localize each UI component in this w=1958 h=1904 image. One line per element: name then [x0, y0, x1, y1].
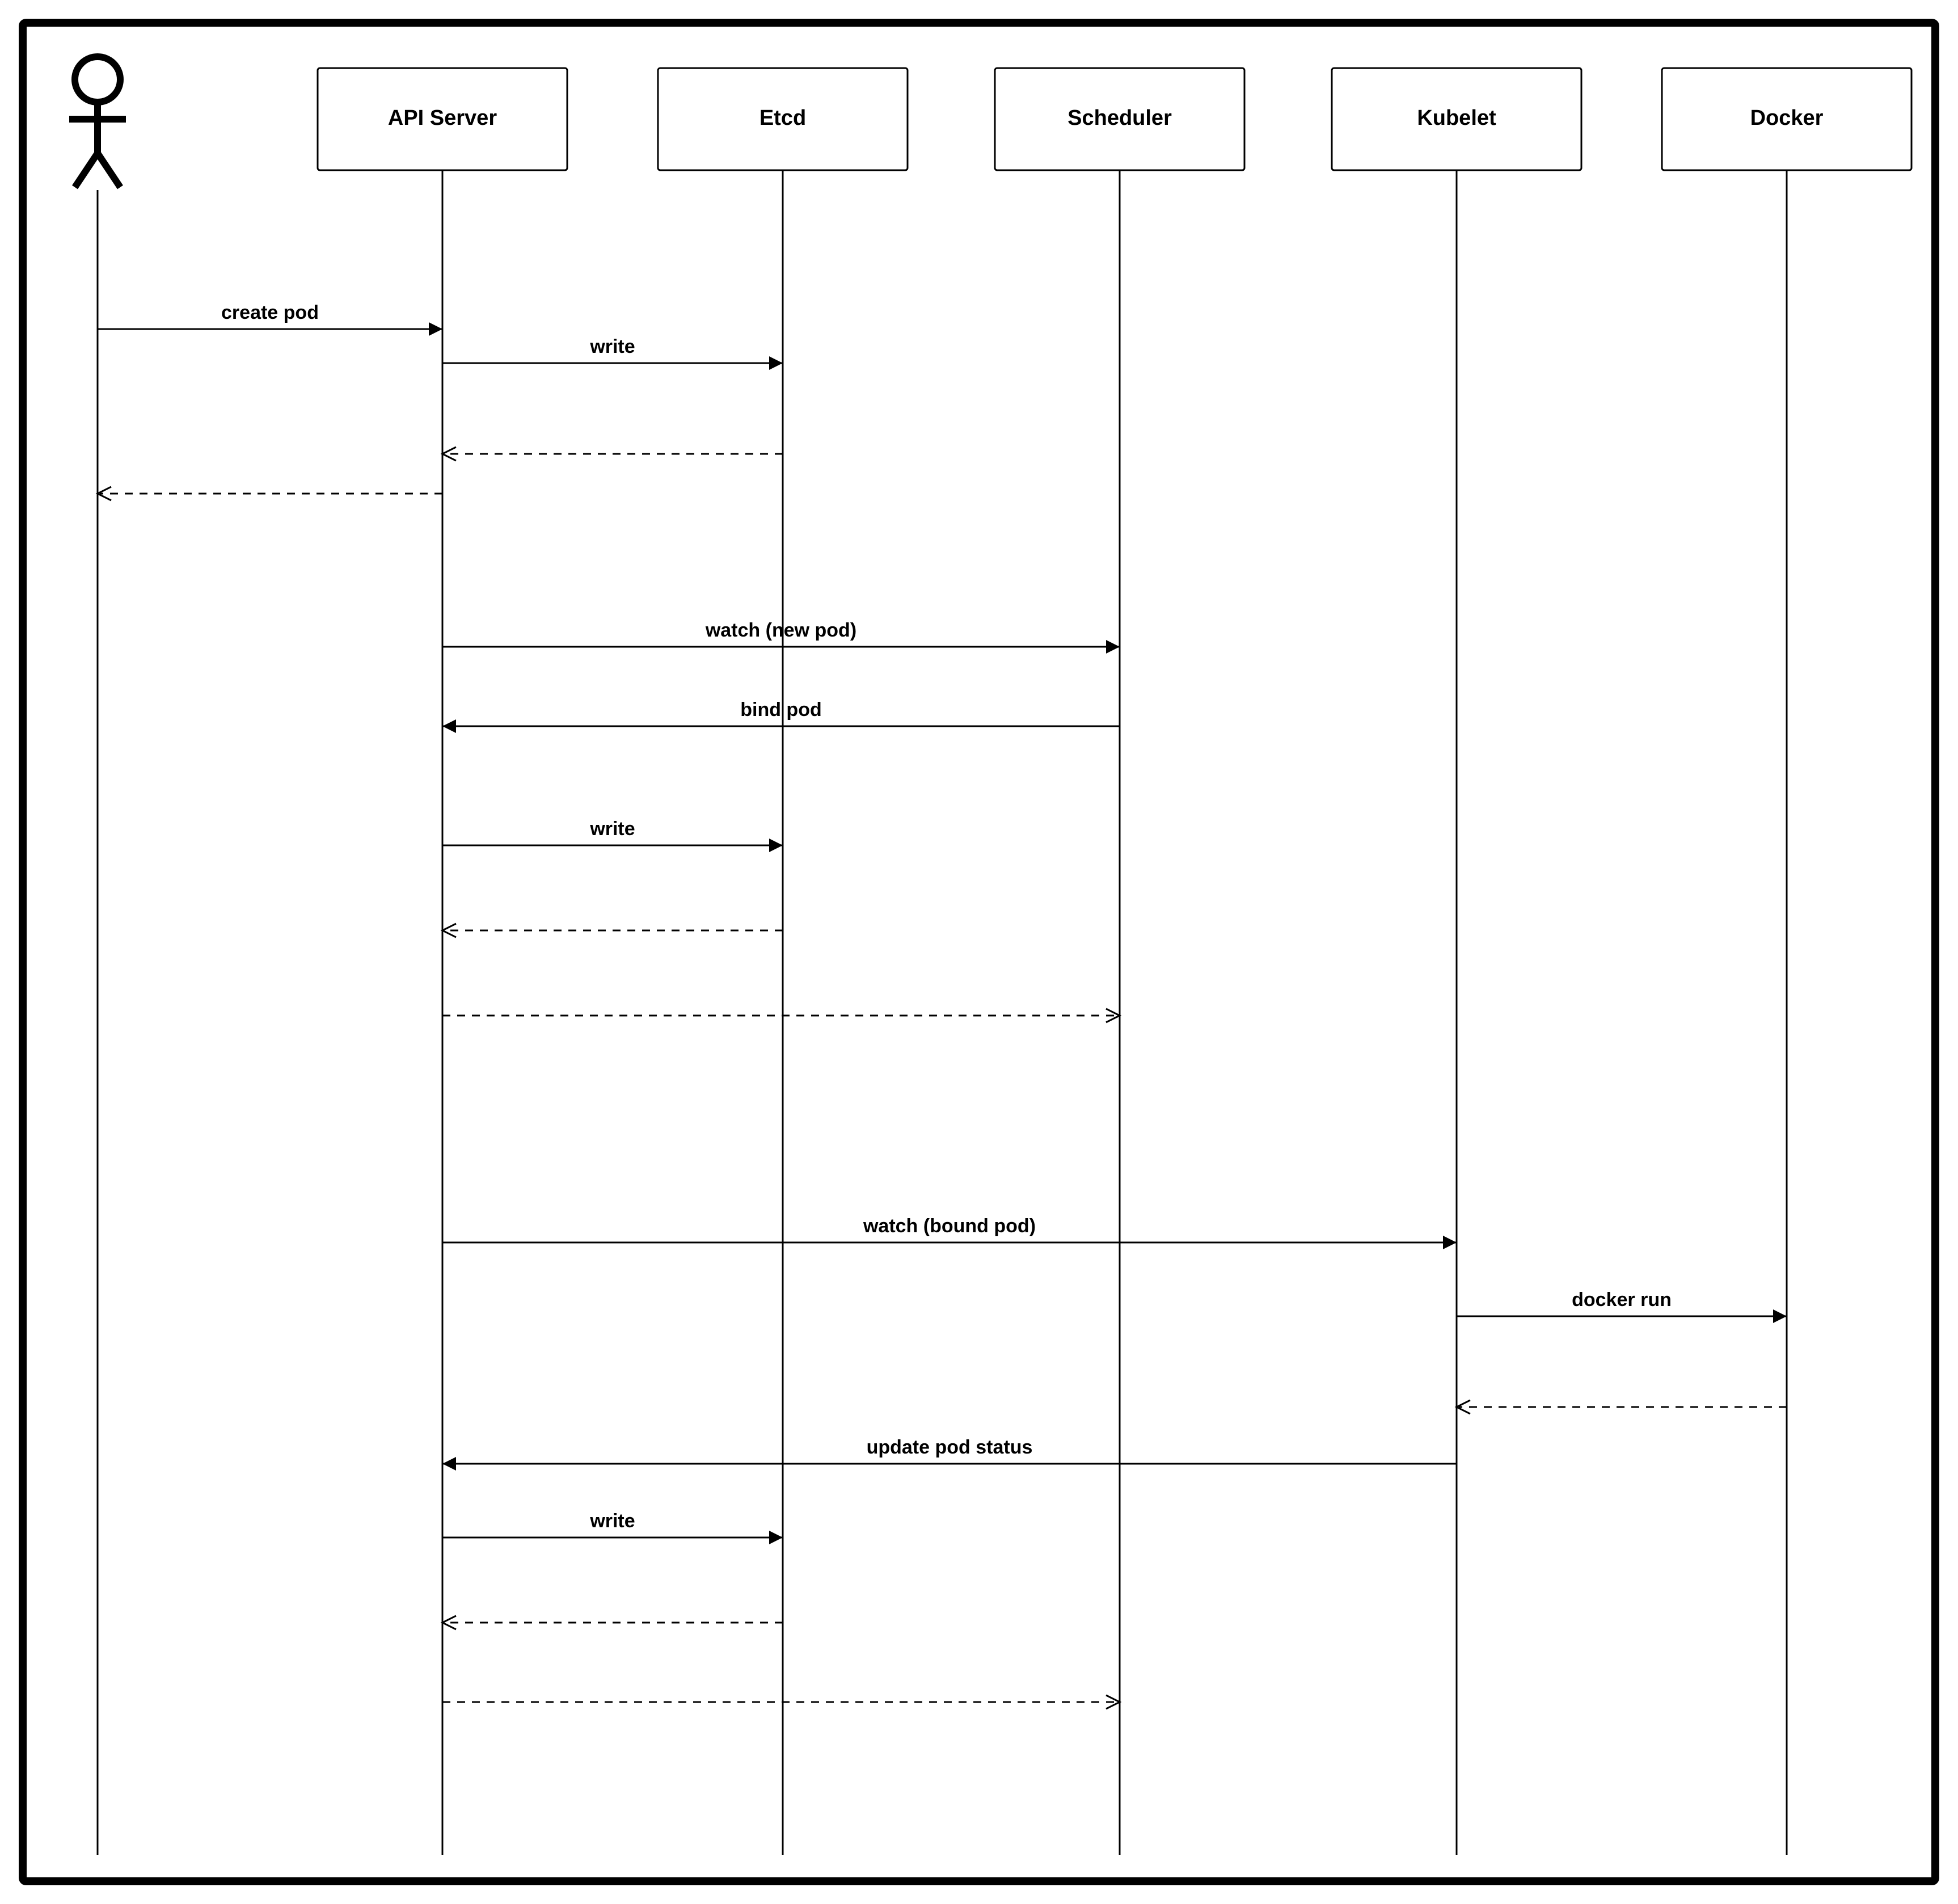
actor-icon	[69, 57, 126, 187]
message-label-update_pod_status: update pod status	[867, 1437, 1033, 1458]
message-label-create_pod: create pod	[221, 302, 319, 323]
message-label-write1: write	[589, 336, 635, 357]
participant-label-docker: Docker	[1750, 106, 1824, 130]
participant-label-etcd: Etcd	[759, 106, 806, 130]
message-label-write3: write	[589, 1510, 635, 1532]
message-label-watch_new_pod: watch (new pod)	[705, 620, 856, 641]
message-label-write2: write	[589, 818, 635, 840]
participant-label-api: API Server	[388, 106, 497, 130]
sequence-diagram: API Server Etcd Scheduler Kubelet Docker crea…	[0, 0, 1958, 1904]
message-label-docker_run: docker run	[1572, 1289, 1672, 1311]
participant-label-scheduler: Scheduler	[1067, 106, 1172, 130]
message-label-watch_bound_pod: watch (bound pod)	[863, 1215, 1036, 1237]
message-label-bind_pod: bind pod	[740, 699, 822, 721]
participant-label-kubelet: Kubelet	[1417, 106, 1496, 130]
